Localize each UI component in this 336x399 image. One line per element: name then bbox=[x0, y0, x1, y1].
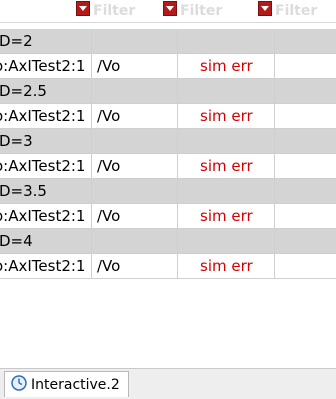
column-divider bbox=[177, 79, 178, 103]
bottom-tab-bar: Interactive.2 bbox=[0, 368, 336, 399]
filter-cell-3: Filter bbox=[258, 0, 336, 22]
group-row[interactable]: D=4 bbox=[0, 229, 336, 254]
column-divider bbox=[91, 29, 92, 53]
clock-icon bbox=[11, 374, 27, 395]
column-divider bbox=[177, 104, 178, 128]
column-divider bbox=[177, 154, 178, 178]
test-name-cell: o:AxITest2:1 bbox=[0, 257, 86, 275]
column-divider bbox=[177, 129, 178, 153]
group-row[interactable]: D=2 bbox=[0, 29, 336, 54]
test-name-cell: o:AxITest2:1 bbox=[0, 57, 86, 75]
group-label: D=4 bbox=[0, 232, 33, 250]
column-divider bbox=[274, 204, 275, 228]
output-cell: /Vo bbox=[97, 157, 121, 175]
test-name-cell: o:AxITest2:1 bbox=[0, 107, 86, 125]
column-divider bbox=[274, 229, 275, 253]
filter-dropdown-button[interactable] bbox=[258, 1, 272, 16]
filter-cell-2: Filter bbox=[163, 0, 258, 22]
column-divider bbox=[274, 54, 275, 78]
group-label: D=3.5 bbox=[0, 182, 47, 200]
tab-label: Interactive.2 bbox=[31, 376, 120, 393]
column-divider bbox=[91, 104, 92, 128]
group-row[interactable]: D=3.5 bbox=[0, 179, 336, 204]
table-row[interactable]: o:AxITest2:1 /Vo sim err bbox=[0, 254, 336, 279]
group-label: D=2.5 bbox=[0, 82, 47, 100]
column-divider bbox=[274, 29, 275, 53]
column-divider bbox=[91, 229, 92, 253]
tab-interactive-2[interactable]: Interactive.2 bbox=[4, 371, 129, 397]
output-cell: /Vo bbox=[97, 107, 121, 125]
column-divider bbox=[274, 254, 275, 278]
column-divider bbox=[91, 79, 92, 103]
column-divider bbox=[91, 129, 92, 153]
group-row[interactable]: D=2.5 bbox=[0, 79, 336, 104]
filter-placeholder[interactable]: Filter bbox=[93, 3, 135, 19]
group-label: D=3 bbox=[0, 132, 33, 150]
filter-dropdown-button[interactable] bbox=[76, 1, 90, 16]
column-divider bbox=[274, 79, 275, 103]
column-divider bbox=[274, 154, 275, 178]
column-divider bbox=[91, 179, 92, 203]
group-label: D=2 bbox=[0, 32, 33, 50]
table-row[interactable]: o:AxITest2:1 /Vo sim err bbox=[0, 154, 336, 179]
column-divider bbox=[91, 154, 92, 178]
table-row[interactable]: o:AxITest2:1 /Vo sim err bbox=[0, 54, 336, 79]
column-divider bbox=[91, 204, 92, 228]
column-divider bbox=[177, 204, 178, 228]
column-divider bbox=[177, 229, 178, 253]
column-filter-row: Filter Filter Filter bbox=[0, 0, 336, 23]
status-cell: sim err bbox=[200, 157, 253, 175]
column-divider bbox=[177, 254, 178, 278]
results-table: D=2 o:AxITest2:1 /Vo sim err D=2.5 o:AxI… bbox=[0, 29, 336, 279]
table-row[interactable]: o:AxITest2:1 /Vo sim err bbox=[0, 104, 336, 129]
group-row[interactable]: D=3 bbox=[0, 129, 336, 154]
status-cell: sim err bbox=[200, 57, 253, 75]
column-divider bbox=[274, 104, 275, 128]
column-divider bbox=[177, 179, 178, 203]
status-cell: sim err bbox=[200, 207, 253, 225]
status-cell: sim err bbox=[200, 107, 253, 125]
column-divider bbox=[274, 179, 275, 203]
column-divider bbox=[91, 254, 92, 278]
filter-placeholder[interactable]: Filter bbox=[275, 3, 317, 19]
filter-dropdown-button[interactable] bbox=[163, 1, 177, 16]
output-cell: /Vo bbox=[97, 257, 121, 275]
output-cell: /Vo bbox=[97, 207, 121, 225]
column-divider bbox=[91, 54, 92, 78]
output-cell: /Vo bbox=[97, 57, 121, 75]
column-divider bbox=[274, 129, 275, 153]
table-row[interactable]: o:AxITest2:1 /Vo sim err bbox=[0, 204, 336, 229]
test-name-cell: o:AxITest2:1 bbox=[0, 207, 86, 225]
status-cell: sim err bbox=[200, 257, 253, 275]
column-divider bbox=[177, 29, 178, 53]
filter-cell-1: Filter bbox=[76, 0, 166, 22]
filter-placeholder[interactable]: Filter bbox=[180, 3, 222, 19]
test-name-cell: o:AxITest2:1 bbox=[0, 157, 86, 175]
column-divider bbox=[177, 54, 178, 78]
